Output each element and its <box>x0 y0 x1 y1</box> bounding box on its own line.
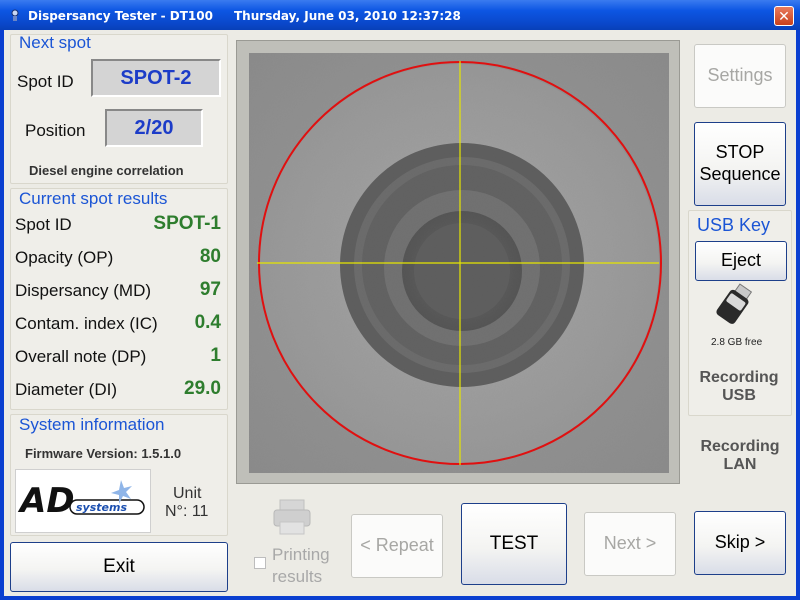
firmware-version: Firmware Version: 1.5.1.0 <box>25 446 182 461</box>
recording-usb-label: Recording <box>699 369 779 386</box>
usb-free-space: 2.8 GB free <box>711 337 763 348</box>
usb-stick-icon <box>716 283 753 324</box>
result-label: Opacity (OP) <box>15 248 114 267</box>
eject-button[interactable]: Eject <box>695 241 787 281</box>
system-info-panel: System information Firmware Version: 1.5… <box>10 414 228 536</box>
app-icon <box>11 9 19 21</box>
window-title: Dispersancy Tester - DT100 <box>28 9 213 23</box>
recording-usb-label-2: USB <box>722 387 756 404</box>
unit-label: Unit <box>173 485 202 502</box>
next-spot-panel: Next spot Spot ID SPOT-2 Position 2/20 D… <box>10 33 228 184</box>
next-spot-id-label: Spot ID <box>17 72 74 91</box>
next-button[interactable]: Next > <box>584 512 676 576</box>
printing-results-checkbox[interactable] <box>254 557 266 569</box>
next-spot-position-label: Position <box>25 121 86 140</box>
close-button[interactable]: ✕ <box>774 6 794 26</box>
result-value: 1 <box>210 345 221 366</box>
main-window: Next spot Spot ID SPOT-2 Position 2/20 D… <box>4 30 796 596</box>
stop-label: STOP <box>715 142 765 163</box>
spot-image-frame <box>236 40 680 484</box>
usb-key-heading: USB Key <box>697 215 771 235</box>
skip-button[interactable]: Skip > <box>694 511 786 575</box>
usb-panel: USB Key Eject 2.8 GB free Recording USB <box>688 210 792 416</box>
svg-text:AD: AD <box>17 481 75 521</box>
result-value: 0.4 <box>194 312 221 333</box>
printing-results-label: Printing <box>272 545 330 564</box>
current-results-panel: Current spot results Spot ID SPOT-1 Opac… <box>10 188 228 410</box>
result-label: Diameter (DI) <box>15 380 118 399</box>
recording-lan-label-2: LAN <box>723 456 757 473</box>
next-spot-heading: Next spot <box>19 33 91 52</box>
window-datetime: Thursday, June 03, 2010 12:37:28 <box>234 9 461 23</box>
correlation-label: Diesel engine correlation <box>29 163 184 178</box>
exit-button[interactable]: Exit <box>10 542 228 592</box>
stop-sequence-button[interactable]: STOP Sequence <box>694 122 786 206</box>
oil-spot-image <box>249 53 669 473</box>
printer-icon <box>273 499 311 535</box>
unit-number: N°: 11 <box>165 503 209 520</box>
ad-systems-logo-icon: AD systems <box>17 480 145 521</box>
sequence-label: Sequence <box>699 164 781 184</box>
next-spot-id-value: SPOT-2 <box>91 59 221 97</box>
result-value: 29.0 <box>184 378 221 399</box>
current-results-heading: Current spot results <box>19 189 168 208</box>
system-info-heading: System information <box>19 415 165 434</box>
svg-text:systems: systems <box>76 501 127 514</box>
settings-button[interactable]: Settings <box>694 44 786 108</box>
next-spot-position-value: 2/20 <box>105 109 203 147</box>
recording-lan-label: Recording <box>700 438 780 455</box>
close-icon: ✕ <box>778 8 790 24</box>
result-label: Spot ID <box>15 215 72 234</box>
company-logo: AD systems <box>15 469 151 533</box>
result-value: 97 <box>199 279 221 300</box>
result-value: SPOT-1 <box>153 213 221 234</box>
test-button[interactable]: TEST <box>461 503 567 585</box>
result-value: 80 <box>199 246 221 267</box>
repeat-button[interactable]: < Repeat <box>351 514 443 578</box>
printing-results-label-2: results <box>272 567 323 586</box>
title-bar: Dispersancy Tester - DT100 Thursday, Jun… <box>0 0 800 30</box>
